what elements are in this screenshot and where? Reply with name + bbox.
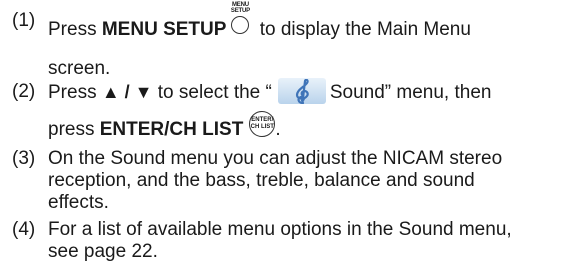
step-text-middle: to select the “ (152, 82, 272, 103)
button-caption-line-2: CH LIST (250, 124, 274, 130)
step-text: Press MENU SETUP MENU SETUP to display the… (48, 2, 572, 80)
step-text: For a list of available menu options in … (48, 219, 572, 263)
step-text-line-2: screen. (48, 58, 111, 79)
step-number: (3) (12, 148, 36, 169)
enter-button-icon: ENTER/CH LIST (249, 111, 276, 137)
step-number: (2) (12, 81, 36, 102)
step-text: Press ▲ / ▼ to select the “ Sound” menu,… (48, 77, 572, 143)
step-number: (1) (12, 10, 36, 31)
circle-button-icon (231, 16, 250, 34)
step-text-after: ” menu, then (384, 82, 492, 103)
treble-clef-icon (295, 78, 309, 104)
step-text: On the Sound menu you can adjust the NIC… (48, 148, 572, 214)
menu-name: Sound (329, 82, 385, 103)
manual-page: { "steps": [ { "number": "(1)", "text_be… (0, 0, 580, 272)
sound-menu-icon (277, 77, 326, 104)
step-text-line: reception, and the bass, treble, balance… (48, 170, 475, 191)
step-text-line: On the Sound menu you can adjust the NIC… (48, 148, 503, 169)
menu-setup-button-icon: MENU SETUP (230, 2, 250, 42)
button-caption-line-1: ENTER/ (251, 117, 274, 123)
button-caption-line-2: SETUP (230, 8, 250, 14)
step-text-line: effects. (48, 192, 109, 213)
step-text-before: Press (48, 82, 102, 103)
step-text-after: to display the Main Menu (254, 19, 471, 41)
step-number: (4) (12, 219, 36, 240)
step-text-line: see page 22. (48, 241, 158, 262)
step-text-line: For a list of available menu options in … (48, 219, 512, 240)
step-line2-after: . (275, 119, 281, 141)
button-name: MENU SETUP (101, 19, 227, 41)
button-caption: MENU SETUP (230, 2, 250, 14)
up-down-arrows: ▲ / ▼ (101, 82, 153, 102)
step-line2-before: press (48, 119, 100, 141)
button-name: ENTER/CH LIST (99, 119, 244, 141)
step-text-before: Press (48, 19, 102, 41)
